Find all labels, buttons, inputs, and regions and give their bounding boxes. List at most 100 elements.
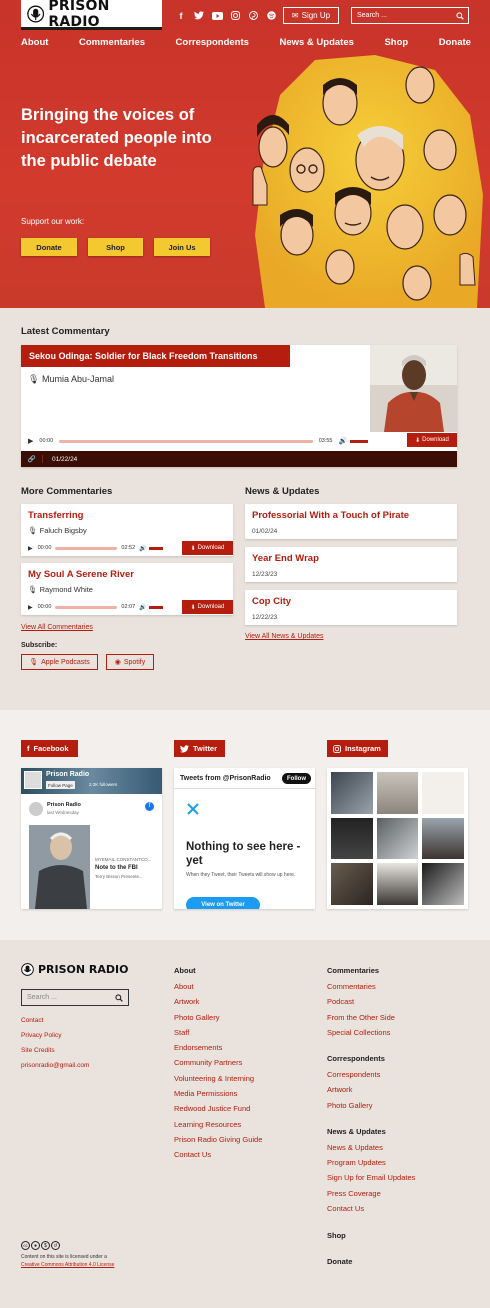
donate-button[interactable]: Donate: [21, 238, 77, 256]
footer-link-endorsements[interactable]: Endorsements: [174, 1043, 222, 1052]
footer-link-about[interactable]: About: [174, 982, 194, 991]
progress-bar[interactable]: [59, 439, 313, 443]
spotify-icon[interactable]: [262, 9, 280, 22]
footer-link-other-side[interactable]: From the Other Side: [327, 1013, 395, 1022]
twitter-feed-panel[interactable]: Tweets from @PrisonRadio Follow Nothing …: [174, 768, 315, 909]
featured-commentary-title[interactable]: Sekou Odinga: Soldier for Black Freedom …: [21, 345, 290, 367]
twitter-feed-heading[interactable]: Twitter: [174, 740, 225, 757]
instagram-photo[interactable]: [376, 817, 419, 860]
spotify-subscribe-button[interactable]: ◉ Spotify: [106, 654, 154, 670]
nav-correspondents[interactable]: Correspondents: [176, 37, 249, 48]
play-icon[interactable]: ▶: [28, 437, 33, 445]
footer-link-correspondents[interactable]: Correspondents: [327, 1070, 380, 1079]
play-icon[interactable]: ▶: [28, 604, 33, 611]
footer-link-news-updates[interactable]: News & Updates: [327, 1143, 383, 1152]
youtube-icon[interactable]: [208, 9, 226, 22]
volume-slider[interactable]: [148, 605, 163, 609]
nav-donate[interactable]: Donate: [439, 37, 471, 48]
footer-shop-heading[interactable]: Shop: [327, 1231, 346, 1240]
instagram-photo[interactable]: [331, 772, 373, 814]
site-logo[interactable]: PRISON RADIO: [21, 0, 162, 30]
progress-bar[interactable]: [55, 546, 118, 550]
footer-donate-heading[interactable]: Donate: [327, 1257, 352, 1266]
apple-podcasts-button[interactable]: 🎙 Apple Podcasts: [21, 654, 98, 670]
instagram-feed-heading[interactable]: Instagram: [327, 740, 388, 757]
footer-link-contact-us-2[interactable]: Contact Us: [327, 1204, 364, 1213]
search-icon[interactable]: [456, 11, 464, 20]
footer-email-link[interactable]: prisonradio@gmail.com: [21, 1062, 89, 1069]
footer-link-redwood-fund[interactable]: Redwood Justice Fund: [174, 1104, 250, 1113]
footer-link-press-coverage[interactable]: Press Coverage: [327, 1189, 381, 1198]
view-on-twitter-button[interactable]: View on Twitter: [186, 897, 260, 909]
join-us-button[interactable]: Join Us: [154, 238, 210, 256]
play-icon[interactable]: ▶: [28, 545, 33, 552]
download-button[interactable]: ⬇ Download: [182, 600, 233, 614]
facebook-follow-button[interactable]: Follow Page: [46, 781, 75, 789]
instagram-photo[interactable]: [422, 817, 464, 860]
footer-link-commentaries[interactable]: Commentaries: [327, 982, 376, 991]
news-title[interactable]: Year End Wrap: [252, 553, 319, 564]
news-title[interactable]: Professorial With a Touch of Pirate: [252, 510, 409, 521]
volume-icon[interactable]: 🔊: [338, 437, 347, 445]
footer-search-input[interactable]: Search ...: [21, 989, 129, 1006]
volume-slider[interactable]: [350, 439, 368, 443]
nav-news-updates[interactable]: News & Updates: [279, 37, 353, 48]
footer-link-volunteering[interactable]: Volunteering & Interning: [174, 1074, 254, 1083]
search-icon[interactable]: [115, 993, 123, 1002]
facebook-feed-panel[interactable]: Prison Radio Follow Page 2.2K followers …: [21, 768, 162, 909]
facebook-feed-heading[interactable]: f Facebook: [21, 740, 78, 757]
footer-credits-link[interactable]: Site Credits: [21, 1047, 55, 1054]
download-button[interactable]: ⬇ Download: [182, 541, 233, 555]
footer-link-podcast[interactable]: Podcast: [327, 997, 354, 1006]
view-all-news-link[interactable]: View All News & Updates: [245, 633, 323, 640]
twitter-icon[interactable]: [190, 9, 208, 22]
license-link[interactable]: Creative Commons Attribution 4.0 License: [21, 1262, 114, 1268]
commentary-title[interactable]: My Soul A Serene River: [28, 569, 134, 580]
volume-slider[interactable]: [148, 546, 163, 550]
featured-commentary-author[interactable]: 🎙 Mumia Abu-Jamal: [28, 374, 114, 385]
view-all-commentaries-link[interactable]: View All Commentaries: [21, 624, 93, 631]
news-title[interactable]: Cop City: [252, 596, 291, 607]
facebook-post-title[interactable]: Note to the FBI: [95, 865, 138, 871]
instagram-photo[interactable]: [331, 817, 373, 860]
instagram-feed-panel[interactable]: [327, 768, 468, 909]
commentary-author[interactable]: 🎙 Faluch Bigsby: [28, 526, 87, 535]
instagram-photo[interactable]: [422, 772, 464, 814]
volume-icon[interactable]: 🔊: [139, 604, 146, 611]
instagram-photo[interactable]: [376, 772, 419, 814]
nav-commentaries[interactable]: Commentaries: [79, 37, 145, 48]
footer-link-contact-us[interactable]: Contact Us: [174, 1150, 211, 1159]
header-search-input[interactable]: Search ...: [351, 7, 469, 24]
shop-button[interactable]: Shop: [88, 238, 143, 256]
footer-link-staff[interactable]: Staff: [174, 1028, 189, 1037]
instagram-photo[interactable]: [376, 863, 419, 905]
footer-link-photo-gallery-2[interactable]: Photo Gallery: [327, 1101, 372, 1110]
footer-link-artwork-2[interactable]: Artwork: [327, 1085, 352, 1094]
twitter-follow-button[interactable]: Follow: [282, 773, 311, 784]
footer-logo[interactable]: PRISON RADIO: [21, 963, 129, 976]
link-icon[interactable]: 🔗: [21, 455, 43, 463]
featured-download-button[interactable]: ⬇ Download: [407, 433, 457, 447]
footer-link-giving-guide[interactable]: Prison Radio Giving Guide: [174, 1135, 262, 1144]
volume-icon[interactable]: 🔊: [139, 545, 146, 552]
footer-link-artwork[interactable]: Artwork: [174, 997, 199, 1006]
sign-up-button[interactable]: ✉ Sign Up: [283, 7, 339, 24]
nav-about[interactable]: About: [21, 37, 48, 48]
footer-contact-link[interactable]: Contact: [21, 1017, 43, 1024]
commentary-title[interactable]: Transferring: [28, 510, 83, 521]
footer-link-special-collections[interactable]: Special Collections: [327, 1028, 390, 1037]
footer-link-email-signup[interactable]: Sign Up for Email Updates: [327, 1173, 415, 1182]
pinterest-icon[interactable]: [244, 9, 262, 22]
footer-link-community-partners[interactable]: Community Partners: [174, 1058, 242, 1067]
footer-privacy-link[interactable]: Privacy Policy: [21, 1032, 61, 1039]
footer-link-photo-gallery[interactable]: Photo Gallery: [174, 1013, 219, 1022]
nav-shop[interactable]: Shop: [384, 37, 408, 48]
commentary-author[interactable]: 🎙 Raymond White: [28, 585, 93, 594]
facebook-icon[interactable]: f: [172, 9, 190, 22]
instagram-photo[interactable]: [331, 863, 373, 905]
footer-link-media-permissions[interactable]: Media Permissions: [174, 1089, 237, 1098]
instagram-photo[interactable]: [422, 863, 464, 905]
footer-link-program-updates[interactable]: Program Updates: [327, 1158, 386, 1167]
instagram-icon[interactable]: [226, 9, 244, 22]
footer-link-learning-resources[interactable]: Learning Resources: [174, 1120, 241, 1129]
